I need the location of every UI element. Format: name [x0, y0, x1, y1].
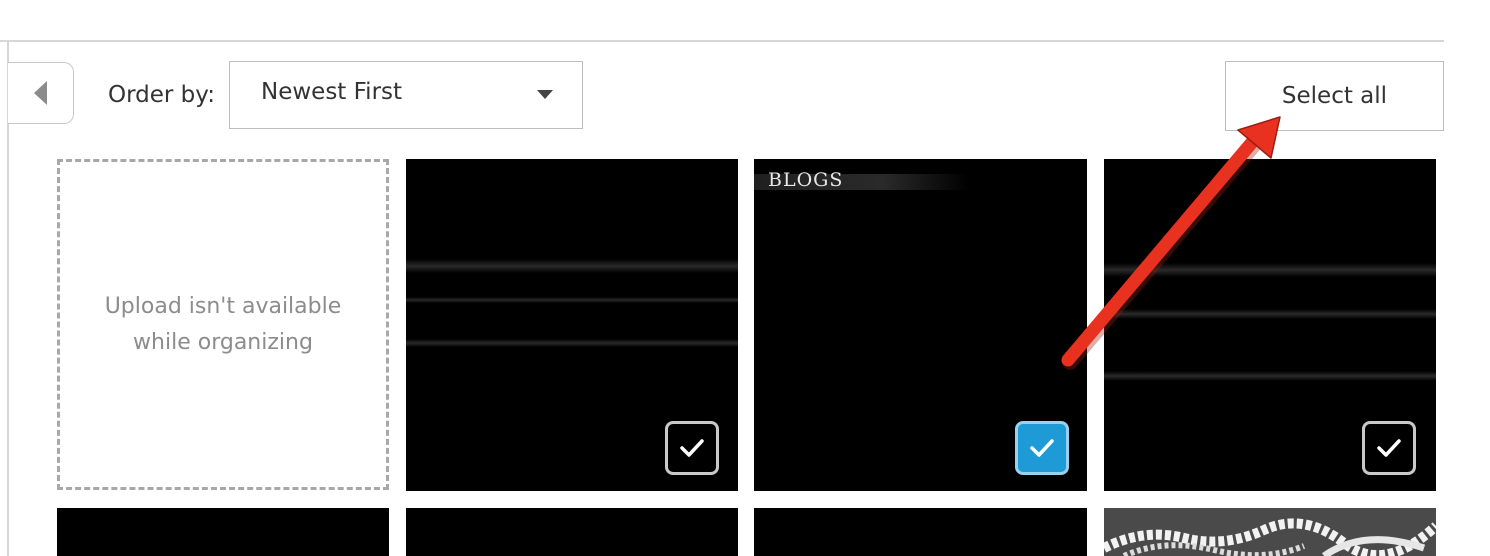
checkmark-icon: [1030, 439, 1054, 457]
photo-tile[interactable]: [754, 508, 1087, 556]
photo-streak: [406, 339, 738, 347]
triangle-left-icon: [33, 81, 47, 105]
collapse-panel-button[interactable]: [8, 62, 74, 124]
photo-streak: [1104, 309, 1436, 319]
photo-streak: [1104, 263, 1436, 277]
order-by-label: Order by:: [108, 82, 215, 108]
upload-unavailable-message: Upload isn't available while organizing: [104, 293, 342, 355]
photo-tile[interactable]: [406, 508, 738, 556]
checkmark-icon: [1377, 439, 1401, 457]
photo-tile[interactable]: BLOGS: [754, 159, 1087, 491]
photo-tile[interactable]: [57, 508, 389, 556]
photo-tile[interactable]: [406, 159, 738, 491]
photo-tile[interactable]: [1104, 508, 1436, 556]
upload-placeholder: Upload isn't available while organizing: [57, 159, 389, 490]
order-by-dropdown[interactable]: Newest First: [229, 61, 583, 129]
caret-down-icon: [537, 90, 553, 99]
photo-streak: [406, 297, 738, 303]
select-all-button[interactable]: Select all: [1225, 61, 1444, 131]
tile-select-checkbox[interactable]: [665, 421, 719, 475]
tile-select-checkbox[interactable]: [1015, 421, 1069, 475]
photo-caption: BLOGS: [768, 169, 844, 191]
top-divider: [0, 40, 1444, 42]
order-by-value: Newest First: [261, 79, 403, 105]
tile-select-checkbox[interactable]: [1362, 421, 1416, 475]
checkmark-icon: [680, 439, 704, 457]
photo-streak: [406, 259, 738, 273]
photo-tile[interactable]: [1104, 159, 1436, 491]
lace-photo-preview: [1104, 508, 1436, 556]
photo-streak: [1104, 371, 1436, 381]
